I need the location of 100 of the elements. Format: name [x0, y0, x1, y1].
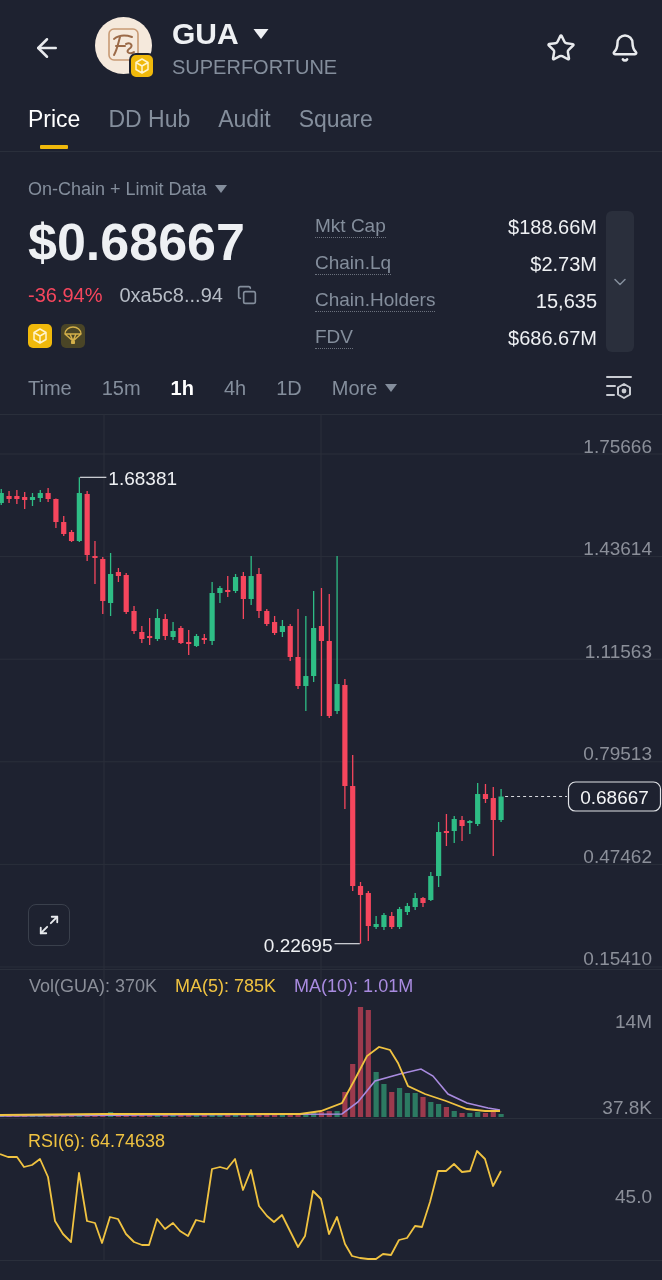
falling-candle	[14, 489, 20, 505]
indicator-legend-text: Vol(GUA): 370K	[29, 975, 158, 997]
cube-badge-icon	[28, 324, 52, 348]
indicator-legend-text: MA(10): 1.01M	[294, 975, 414, 997]
falling-candle	[53, 497, 59, 529]
chart-settings-icon[interactable]	[605, 375, 633, 401]
last-price-tag: 0.68667	[567, 781, 662, 812]
rising-candle	[451, 815, 457, 844]
low-price-leader	[333, 943, 361, 945]
rising-candle	[217, 585, 223, 604]
caret-down-icon	[385, 384, 398, 392]
rising-candle	[498, 788, 504, 823]
cube-badge-icon	[129, 53, 155, 79]
section-tab[interactable]: Price	[28, 96, 81, 151]
falling-candle	[45, 487, 51, 503]
timeframe-tab[interactable]: 1h	[170, 376, 194, 400]
timeframe-tab[interactable]: 4h	[223, 376, 247, 400]
rising-candle	[154, 608, 161, 642]
rising-candle	[412, 892, 418, 911]
section-tab[interactable]: Audit	[218, 96, 271, 151]
token-symbol-dropdown[interactable]: GUA	[172, 17, 269, 51]
stat-value: $188.66M	[508, 214, 597, 239]
rising-candle	[209, 581, 215, 646]
token-full-name: SUPERFORTUNE	[172, 55, 338, 79]
section-tab[interactable]: DD Hub	[108, 96, 191, 151]
more-timeframes-dropdown[interactable]: More	[331, 376, 398, 400]
price-value: $0.68667	[28, 214, 245, 270]
rsi-axis-label: 45.0	[615, 1185, 652, 1207]
rising-candle	[373, 915, 379, 930]
stat-label: Mkt Cap	[315, 215, 386, 238]
falling-candle	[100, 556, 106, 615]
rising-candle	[0, 488, 4, 506]
stat-label: Chain.Holders	[315, 289, 436, 312]
falling-candle	[6, 490, 12, 504]
price-axis-label: 0.47462	[583, 845, 652, 867]
stat-label: FDV	[315, 326, 353, 349]
falling-candle	[131, 605, 137, 635]
rising-candle	[436, 821, 442, 888]
contract-address: 0xa5c8...94	[119, 283, 223, 307]
price-change: -36.94%	[28, 283, 103, 307]
rsi-legend-text: RSI(6): 64.74638	[28, 1130, 166, 1152]
falling-candle	[201, 633, 207, 645]
rising-candle	[467, 819, 473, 835]
parachute-icon	[61, 324, 85, 348]
rising-candle	[475, 782, 481, 827]
high-price-leader	[79, 476, 107, 478]
falling-candle	[139, 625, 145, 644]
expand-icon	[38, 914, 60, 936]
falling-candle	[389, 911, 395, 930]
falling-candle	[287, 623, 293, 662]
price-axis-label: 0.15410	[583, 948, 652, 969]
favorite-star-icon[interactable]	[546, 33, 576, 63]
timeframe-tab[interactable]: 1D	[276, 376, 302, 400]
data-source-dropdown[interactable]: On-Chain + Limit Data	[28, 178, 227, 200]
notification-bell-icon[interactable]	[610, 33, 640, 63]
falling-candle	[443, 813, 449, 847]
stat-value: $686.67M	[508, 325, 597, 350]
stat-label: Chain.Lq	[315, 252, 392, 275]
rising-candle	[193, 633, 200, 648]
last-price-line	[504, 795, 568, 798]
rising-candle	[381, 912, 387, 931]
falling-candle	[178, 625, 184, 645]
rising-candle	[428, 871, 434, 902]
volume-axis-label: 14M	[615, 1010, 652, 1032]
caret-down-icon	[214, 185, 227, 193]
indicator-legend-text: MA(5): 785K	[175, 975, 277, 997]
falling-candle	[264, 608, 270, 627]
price-axis-label: 1.43614	[583, 538, 652, 560]
price-axis-label: 1.11563	[584, 640, 652, 662]
timeframe-tab[interactable]: 15m	[101, 376, 141, 400]
falling-candle	[123, 572, 129, 615]
falling-candle	[225, 575, 231, 598]
price-axis-label: 0.79513	[583, 743, 652, 765]
rising-candle	[232, 573, 239, 594]
falling-candle	[420, 896, 426, 908]
falling-candle	[92, 540, 98, 585]
falling-candle	[186, 629, 192, 656]
falling-candle	[272, 615, 278, 636]
rising-candle	[108, 552, 114, 617]
volume-axis-label: 37.8K	[602, 1096, 652, 1118]
fullscreen-button[interactable]	[28, 904, 70, 946]
rising-candle	[170, 621, 176, 641]
falling-candle	[162, 613, 168, 641]
high-price-label: 1.68381	[108, 468, 178, 490]
stat-value: $2.73M	[530, 251, 597, 276]
falling-candle	[115, 567, 121, 583]
falling-candle	[240, 571, 246, 620]
falling-candle	[256, 567, 262, 619]
timeframe-tab[interactable]: Time	[28, 376, 72, 400]
caret-down-icon	[252, 29, 269, 39]
falling-candle	[459, 815, 465, 842]
section-tab[interactable]: Square	[298, 96, 373, 151]
copy-icon[interactable]	[236, 285, 257, 305]
rising-candle	[279, 619, 285, 638]
price-axis-label: 1.75666	[583, 435, 652, 457]
stat-value: 15,635	[535, 288, 597, 313]
rising-candle	[76, 476, 82, 543]
falling-candle	[84, 490, 90, 562]
rising-candle	[248, 555, 254, 606]
falling-candle	[22, 491, 28, 510]
